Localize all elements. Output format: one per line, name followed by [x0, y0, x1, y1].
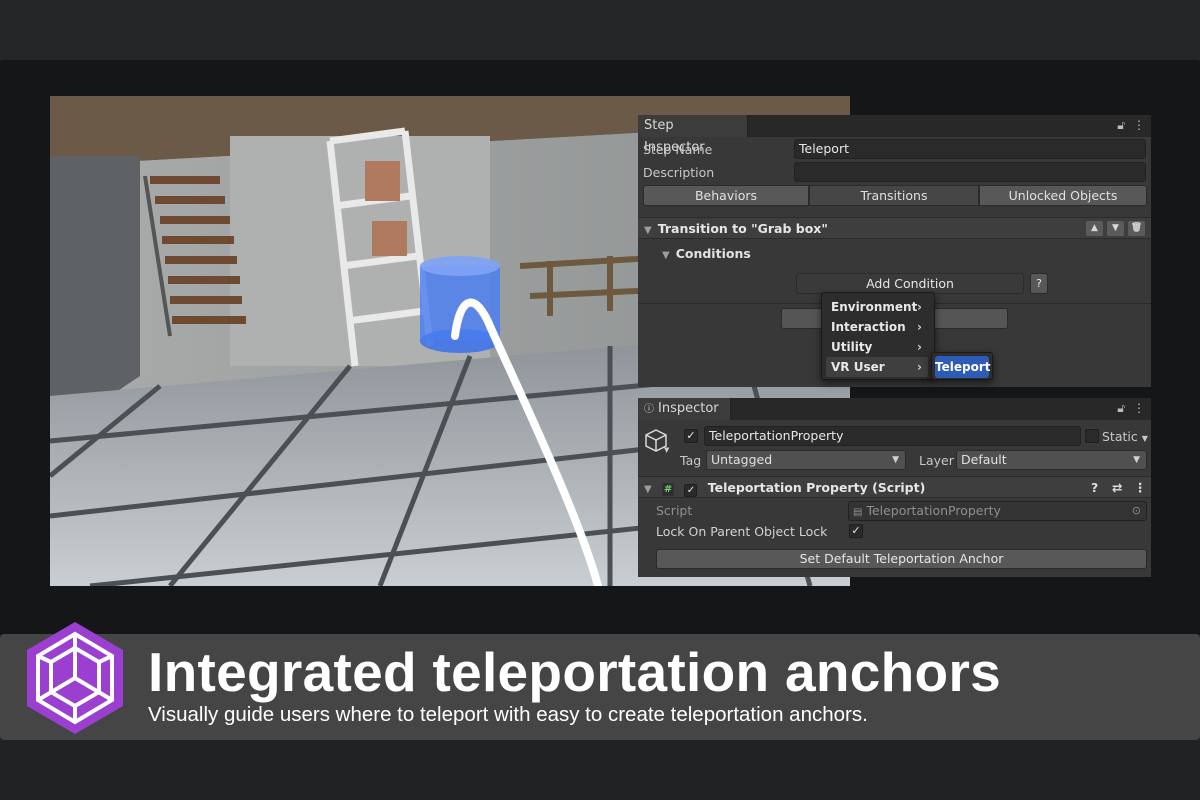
chevron-right-icon: › [917, 320, 922, 334]
kebab-menu-icon[interactable]: ⋮ [1133, 118, 1145, 133]
menu-item-utility[interactable]: Utility › [826, 337, 928, 357]
inspector-panel: ⓘ Inspector 🔓︎ ⋮ ▼ ✓ TeleportationPropert… [638, 398, 1151, 577]
step-inspector-tab[interactable]: Step Inspector [638, 115, 748, 155]
inspector-tab-icons: 🔓︎ ⋮ [1117, 401, 1145, 416]
inspector-tabbar: ⓘ Inspector 🔓︎ ⋮ [638, 398, 1151, 420]
help-button[interactable]: ? [1030, 273, 1048, 294]
inspector-tab-label: Inspector [658, 401, 719, 416]
description-field[interactable] [794, 162, 1146, 182]
object-name-field[interactable]: TeleportationProperty [704, 426, 1081, 446]
step-name-label: Step Name [643, 142, 713, 157]
move-up-icon[interactable]: ▲ [1086, 221, 1103, 236]
foldout-triangle-icon[interactable]: ▼ [644, 479, 652, 500]
layer-dropdown[interactable]: Default ▼ [956, 450, 1147, 470]
active-checkbox[interactable]: ✓ [684, 429, 698, 443]
help-icon[interactable]: ? [1091, 477, 1098, 498]
menu-item-label: VR User [831, 360, 885, 374]
script-file-icon: ▤ [853, 507, 863, 518]
static-text: Static [1102, 429, 1138, 444]
submenu-item-teleport[interactable]: Teleport [935, 356, 990, 378]
transition-title: Transition to "Grab box" [657, 221, 828, 236]
menu-item-interaction[interactable]: Interaction › [826, 317, 928, 337]
conditions-area [638, 270, 1151, 272]
conditions-foldout[interactable]: ▼ Conditions [656, 246, 751, 261]
script-hash-icon: # [662, 483, 675, 496]
chevron-right-icon: › [917, 300, 922, 314]
lock-label: Lock On Parent Object Lock [656, 524, 828, 539]
chevron-right-icon: › [917, 340, 922, 354]
component-header[interactable]: ▼ # ✓ Teleportation Property (Script) ? … [638, 476, 1151, 498]
description-label: Description [643, 165, 715, 180]
vr-user-submenu: Teleport [931, 352, 993, 380]
chevron-down-icon: ▼ [892, 455, 899, 465]
kebab-menu-icon[interactable]: ⋮ [1134, 477, 1147, 498]
top-band [0, 0, 1200, 60]
banner-subtitle: Visually guide users where to teleport w… [148, 703, 868, 726]
settings-sliders-icon[interactable]: ⇄ [1112, 477, 1122, 498]
set-default-anchor-button[interactable]: Set Default Teleportation Anchor [656, 549, 1147, 569]
static-label[interactable]: Static ▼ [1102, 429, 1148, 444]
transition-header[interactable]: ▼ Transition to "Grab box" ▲ ▼ 🗑︎ [638, 217, 1151, 239]
chevron-right-icon: › [917, 360, 922, 374]
menu-item-label: Utility [831, 340, 873, 354]
menu-item-environment[interactable]: Environment › [826, 297, 928, 317]
step-inspector-tabbar: Step Inspector 🔓︎ ⋮ [638, 115, 1151, 155]
object-picker-icon[interactable]: ⊙ [1132, 502, 1141, 520]
inspector-tab[interactable]: ⓘ Inspector [638, 398, 731, 420]
logo-icon [24, 620, 126, 736]
add-condition-button[interactable]: Add Condition [796, 273, 1024, 294]
chevron-down-icon: ▼ [1141, 434, 1148, 443]
step-name-field[interactable]: Teleport [794, 139, 1146, 159]
lock-checkbox[interactable]: ✓ [849, 524, 863, 538]
banner-title: Integrated teleportation anchors [148, 641, 1002, 703]
tab-transitions[interactable]: Transitions [809, 185, 979, 206]
kebab-menu-icon[interactable]: ⋮ [1133, 401, 1145, 416]
info-icon: ⓘ [644, 404, 654, 415]
add-condition-menu: Environment › Interaction › Utility › VR Us… [821, 292, 935, 380]
lock-icon[interactable]: 🔓︎ [1117, 401, 1125, 416]
conditions-triangle-icon[interactable]: ▼ [662, 250, 670, 261]
foldout-triangle-icon[interactable]: ▼ [644, 220, 652, 241]
delete-icon[interactable]: 🗑︎ [1128, 221, 1145, 236]
conditions-label: Conditions [675, 246, 751, 261]
menu-item-label: Environment [831, 300, 918, 314]
menu-item-label: Interaction [831, 320, 906, 334]
step-inspector-tab-icons: 🔓︎ ⋮ [1117, 118, 1145, 133]
component-title: Teleportation Property (Script) [707, 480, 926, 495]
lock-icon[interactable]: 🔓︎ [1117, 118, 1125, 133]
layer-value: Default [961, 452, 1007, 467]
layer-label: Layer [919, 453, 954, 468]
static-checkbox[interactable] [1085, 429, 1099, 443]
tag-value: Untagged [711, 452, 773, 467]
tag-label: Tag [680, 453, 702, 468]
component-enabled-checkbox[interactable]: ✓ [684, 484, 698, 497]
chevron-down-icon: ▼ [1133, 455, 1140, 465]
tab-behaviors[interactable]: Behaviors [643, 185, 809, 206]
script-value: TeleportationProperty [866, 503, 1001, 518]
script-label: Script [656, 503, 693, 518]
move-down-icon[interactable]: ▼ [1107, 221, 1124, 236]
tab-unlocked-objects[interactable]: Unlocked Objects [979, 185, 1147, 206]
script-field: ▤ TeleportationProperty ⊙ [848, 501, 1147, 521]
chevron-down-icon[interactable]: ▼ [664, 446, 669, 454]
tag-dropdown[interactable]: Untagged ▼ [706, 450, 906, 470]
menu-item-vr-user[interactable]: VR User › [826, 357, 928, 377]
